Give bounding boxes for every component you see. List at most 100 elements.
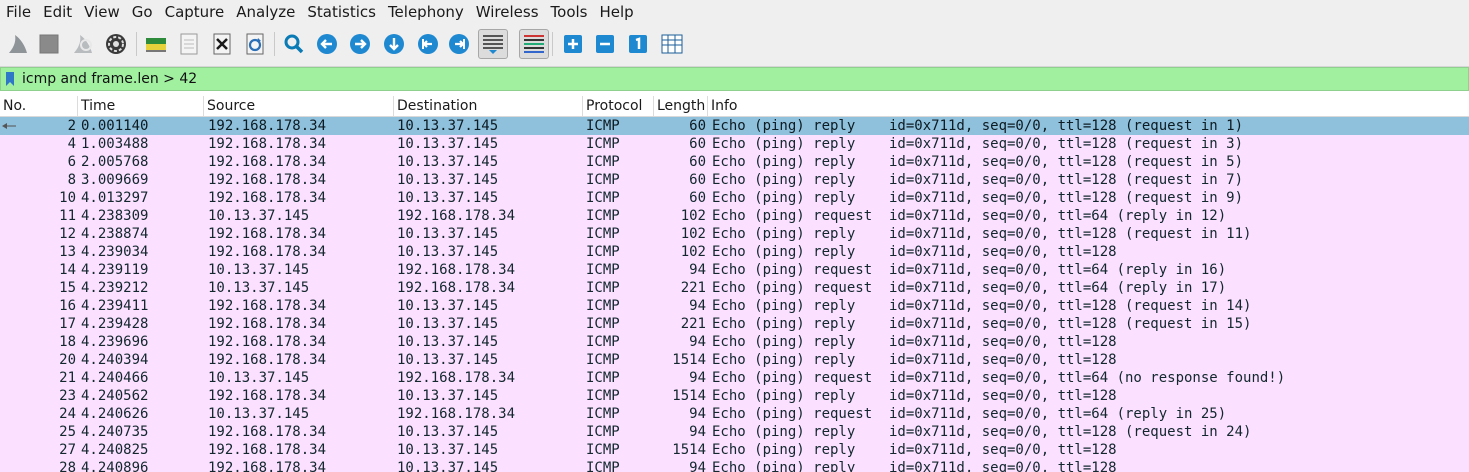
column-header-no[interactable]: No. bbox=[0, 96, 78, 116]
packet-row[interactable]: 14 4.239119 10.13.37.145 192.168.178.34 ICMP… bbox=[0, 261, 1469, 279]
packet-protocol: ICMP bbox=[586, 370, 620, 386]
column-header-time[interactable]: Time bbox=[78, 96, 204, 116]
go-back-icon[interactable] bbox=[314, 31, 340, 57]
packet-protocol: ICMP bbox=[586, 406, 620, 422]
packet-row[interactable]: 21 4.240466 10.13.37.145 192.168.178.34 ICMP… bbox=[0, 369, 1469, 387]
display-filter-input[interactable]: icmp and frame.len > 42 bbox=[0, 67, 1469, 91]
column-header-info[interactable]: Info bbox=[708, 96, 1469, 116]
packet-protocol: ICMP bbox=[586, 280, 620, 296]
zoom-out-icon[interactable] bbox=[592, 31, 618, 57]
close-file-icon[interactable] bbox=[209, 31, 235, 57]
packet-row[interactable]: 20 4.240394 192.168.178.34 10.13.37.145 ICMP… bbox=[0, 351, 1469, 369]
column-header-length[interactable]: Length bbox=[654, 96, 708, 116]
packet-row[interactable]: 2 0.001140 192.168.178.34 10.13.37.145 ICMP 6… bbox=[0, 117, 1469, 135]
column-header-source[interactable]: Source bbox=[204, 96, 394, 116]
packet-destination: 10.13.37.145 bbox=[397, 442, 499, 458]
packet-row[interactable]: 4 1.003488 192.168.178.34 10.13.37.145 ICMP 6… bbox=[0, 135, 1469, 153]
packet-no: 23 bbox=[59, 388, 76, 404]
packet-row[interactable]: 12 4.238874 192.168.178.34 10.13.37.145 ICMP… bbox=[0, 225, 1469, 243]
packet-length: 102 bbox=[680, 208, 706, 224]
open-file-icon[interactable] bbox=[143, 31, 169, 57]
menu-view[interactable]: View bbox=[78, 0, 126, 24]
packet-no: 11 bbox=[59, 208, 76, 224]
packet-destination: 10.13.37.145 bbox=[397, 316, 499, 332]
packet-no: 12 bbox=[59, 226, 76, 242]
packet-protocol: ICMP bbox=[586, 460, 620, 472]
packet-protocol: ICMP bbox=[586, 226, 620, 242]
packet-protocol: ICMP bbox=[586, 352, 620, 368]
packet-row[interactable]: 28 4.240896 192.168.178.34 10.13.37.145 ICMP… bbox=[0, 459, 1469, 472]
packet-protocol: ICMP bbox=[586, 298, 620, 314]
packet-row[interactable]: 8 3.009669 192.168.178.34 10.13.37.145 ICMP 6… bbox=[0, 171, 1469, 189]
packet-source: 10.13.37.145 bbox=[208, 370, 310, 386]
menu-analyze[interactable]: Analyze bbox=[230, 0, 301, 24]
packet-source: 10.13.37.145 bbox=[208, 406, 310, 422]
packet-source: 192.168.178.34 bbox=[208, 154, 327, 170]
packet-length: 102 bbox=[680, 244, 706, 260]
go-first-icon[interactable] bbox=[415, 31, 441, 57]
normal-size-icon[interactable] bbox=[625, 31, 651, 57]
reload-icon[interactable] bbox=[242, 31, 268, 57]
go-to-packet-icon[interactable] bbox=[381, 31, 407, 57]
packet-length: 1514 bbox=[672, 352, 706, 368]
packet-time: 4.239411 bbox=[81, 298, 149, 314]
packet-row[interactable]: 18 4.239696 192.168.178.34 10.13.37.145 ICMP… bbox=[0, 333, 1469, 351]
file-icon[interactable] bbox=[176, 31, 202, 57]
go-forward-icon[interactable] bbox=[347, 31, 373, 57]
packet-source: 10.13.37.145 bbox=[208, 262, 310, 278]
packet-time: 4.238874 bbox=[81, 226, 149, 242]
packet-destination: 192.168.178.34 bbox=[397, 262, 516, 278]
menu-tools[interactable]: Tools bbox=[545, 0, 594, 24]
packet-time: 4.240896 bbox=[81, 460, 149, 472]
packet-protocol: ICMP bbox=[586, 190, 620, 206]
packet-row[interactable]: 16 4.239411 192.168.178.34 10.13.37.145 ICMP… bbox=[0, 297, 1469, 315]
packet-no: 6 bbox=[67, 154, 76, 170]
packet-row[interactable]: 13 4.239034 192.168.178.34 10.13.37.145 ICMP… bbox=[0, 243, 1469, 261]
packet-protocol: ICMP bbox=[586, 172, 620, 188]
colorize-icon[interactable] bbox=[519, 29, 549, 59]
menu-go[interactable]: Go bbox=[126, 0, 159, 24]
menu-help[interactable]: Help bbox=[593, 0, 639, 24]
stop-square-icon[interactable] bbox=[36, 31, 62, 57]
packet-destination: 10.13.37.145 bbox=[397, 460, 499, 472]
bookmark-icon[interactable] bbox=[1, 68, 19, 90]
packet-source: 192.168.178.34 bbox=[208, 136, 327, 152]
packet-row[interactable]: 27 4.240825 192.168.178.34 10.13.37.145 ICMP… bbox=[0, 441, 1469, 459]
packet-length: 1514 bbox=[672, 442, 706, 458]
shark-fin-start-icon[interactable] bbox=[5, 31, 31, 57]
packet-row[interactable]: 24 4.240626 10.13.37.145 192.168.178.34 ICMP… bbox=[0, 405, 1469, 423]
packet-row[interactable]: 10 4.013297 192.168.178.34 10.13.37.145 ICMP… bbox=[0, 189, 1469, 207]
packet-info: Echo (ping) reply id=0x711d, seq=0/0, tt… bbox=[712, 244, 1117, 260]
search-magnifier-icon[interactable] bbox=[281, 31, 307, 57]
packet-row[interactable]: 25 4.240735 192.168.178.34 10.13.37.145 ICMP… bbox=[0, 423, 1469, 441]
resize-columns-icon[interactable] bbox=[659, 31, 685, 57]
menu-capture[interactable]: Capture bbox=[159, 0, 231, 24]
packet-no: 4 bbox=[67, 136, 76, 152]
column-header-protocol[interactable]: Protocol bbox=[583, 96, 654, 116]
shark-fin-restart-icon[interactable] bbox=[70, 31, 96, 57]
packet-info: Echo (ping) request id=0x711d, seq=0/0, … bbox=[712, 370, 1286, 386]
packet-source: 192.168.178.34 bbox=[208, 244, 327, 260]
menu-wireless[interactable]: Wireless bbox=[470, 0, 545, 24]
autoscroll-icon[interactable] bbox=[478, 29, 508, 59]
gear-options-icon[interactable] bbox=[103, 31, 129, 57]
go-last-icon[interactable] bbox=[446, 31, 472, 57]
menu-statistics[interactable]: Statistics bbox=[301, 0, 382, 24]
packet-no: 21 bbox=[59, 370, 76, 386]
packet-row[interactable]: 17 4.239428 192.168.178.34 10.13.37.145 ICMP… bbox=[0, 315, 1469, 333]
packet-row[interactable]: 11 4.238309 10.13.37.145 192.168.178.34 ICMP… bbox=[0, 207, 1469, 225]
menu-edit[interactable]: Edit bbox=[37, 0, 78, 24]
packet-destination: 10.13.37.145 bbox=[397, 298, 499, 314]
packet-row[interactable]: 6 2.005768 192.168.178.34 10.13.37.145 ICMP 6… bbox=[0, 153, 1469, 171]
packet-info: Echo (ping) reply id=0x711d, seq=0/0, tt… bbox=[712, 388, 1117, 404]
menu-telephony[interactable]: Telephony bbox=[382, 0, 470, 24]
packet-row[interactable]: 23 4.240562 192.168.178.34 10.13.37.145 ICMP… bbox=[0, 387, 1469, 405]
packet-destination: 10.13.37.145 bbox=[397, 334, 499, 350]
zoom-in-icon[interactable] bbox=[560, 31, 586, 57]
packet-info: Echo (ping) reply id=0x711d, seq=0/0, tt… bbox=[712, 334, 1117, 350]
menu-file[interactable]: File bbox=[0, 0, 37, 24]
column-header-destination[interactable]: Destination bbox=[394, 96, 583, 116]
packet-row[interactable]: 15 4.239212 10.13.37.145 192.168.178.34 ICMP… bbox=[0, 279, 1469, 297]
packet-length: 221 bbox=[680, 280, 706, 296]
packet-source: 10.13.37.145 bbox=[208, 208, 310, 224]
